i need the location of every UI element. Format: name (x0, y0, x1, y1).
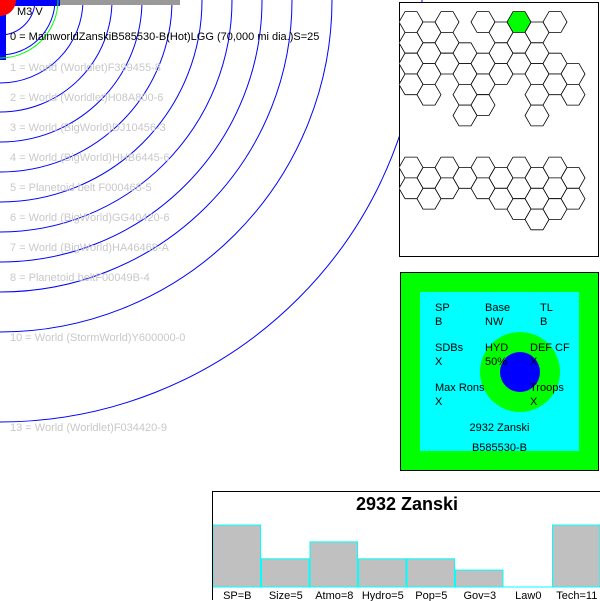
sdbs-value: X (435, 356, 442, 369)
planet-name: 2932 Zanski (420, 422, 579, 435)
tick-label: Atmo=8 (315, 590, 353, 601)
planet-profile-inner: SP B Base NW TL B SDBs X HYD 50% DEF CF … (420, 292, 579, 451)
tl-value: B (540, 316, 547, 329)
orbit-label-5: 5 = Planetoid belt F000468-5 (10, 182, 152, 194)
bar-pop-5 (407, 559, 455, 587)
tick-label: Law0 (515, 590, 541, 601)
orbit-label-4: 4 = World (BigWorld)HHB6445-6 (10, 152, 169, 164)
bar-hydro-5 (359, 559, 407, 587)
star-label: M3 V (17, 6, 43, 18)
orbit-label-3: 3 = World (BigWorld)DJ10456-3 (10, 122, 166, 134)
maxrons-value: X (435, 396, 442, 409)
chart-title: 2932 Zanski (213, 494, 600, 515)
tick-label: Hydro=5 (362, 590, 404, 601)
orbit-label-13: 13 = World (Worldlet)F034420-9 (10, 422, 167, 434)
hyd-label: HYD (485, 342, 508, 355)
def-value: X (530, 356, 537, 369)
orbit-label-0: 0 = MainworldZanskiB585530-B(Hot)LGG (70… (10, 31, 319, 43)
tick-label: Pop=5 (415, 590, 447, 601)
def-label: DEF CF (530, 342, 570, 355)
bar-atmo-8 (310, 542, 358, 587)
star-icon (0, 0, 16, 16)
orbit-label-2: 2 = World (Worldlet)H08A800-6 (10, 92, 163, 104)
planet-uwp: B585530-B (420, 442, 579, 455)
planet-profile-panel: SP B Base NW TL B SDBs X HYD 50% DEF CF … (400, 272, 599, 471)
orbit-label-1: 1 = World (Worldlet)F399455-8 (10, 62, 161, 74)
hyd-value: 50% (485, 356, 507, 369)
tick-label: SP=B (223, 590, 251, 601)
sdbs-label: SDBs (435, 342, 463, 355)
troops-label: Troops (530, 382, 564, 395)
base-label: Base (485, 302, 510, 315)
subsector-hex-map[interactable] (399, 2, 599, 257)
tl-label: TL (540, 302, 553, 315)
orbit-label-7: 7 = World (BigWorld)HA46468-A (10, 242, 169, 254)
tick-label: Tech=11 (556, 590, 597, 601)
hex-grid (399, 2, 599, 257)
bar-gov-3 (456, 570, 504, 587)
orbit-label-10: 10 = World (StormWorld)Y600000-0 (10, 332, 185, 344)
orbit-ring (0, 0, 172, 172)
sp-value: B (435, 316, 442, 329)
bar-tech-11 (553, 525, 600, 587)
tick-label: Gov=3 (463, 590, 496, 601)
maxrons-label: Max Rons (435, 382, 485, 395)
bar-sp-b (213, 525, 261, 587)
bar-size-5 (262, 559, 310, 587)
tick-label: Size=5 (269, 590, 303, 601)
orbit-label-8: 8 = Planetoid beltF00049B-4 (10, 272, 150, 284)
sp-label: SP (435, 302, 450, 315)
troops-value: X (530, 396, 537, 409)
uwp-stats-chart: SP=B Size=5 Atmo=8 Hydro=5 Pop=5 Gov=3 Law0 Tec… (212, 491, 600, 600)
base-value: NW (485, 316, 503, 329)
orbit-label-6: 6 = World (BigWorld)GG40420-6 (10, 212, 169, 224)
